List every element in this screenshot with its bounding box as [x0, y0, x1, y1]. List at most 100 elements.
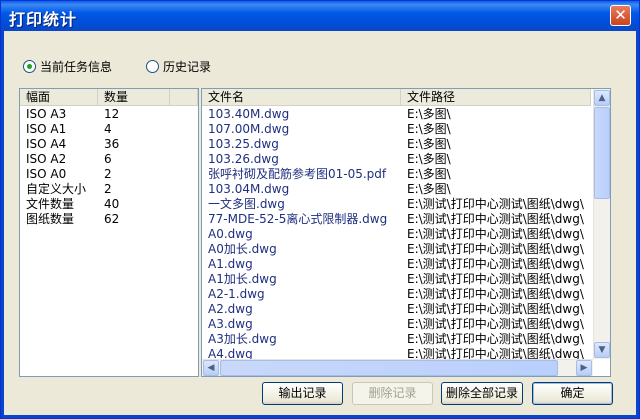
file-cell-path: E:\测试\打印中心测试\图纸\dwg\: [407, 287, 584, 301]
file-row[interactable]: A2.dwg E:\测试\打印中心测试\图纸\dwg\: [202, 302, 593, 317]
file-cell-path: E:\测试\打印中心测试\图纸\dwg\: [407, 302, 584, 316]
file-cell-path: E:\测试\打印中心测试\图纸\dwg\: [407, 317, 584, 331]
scroll-right-button[interactable]: ▶: [576, 360, 592, 376]
summary-row[interactable]: ISO A0 2: [20, 167, 198, 182]
title-bar[interactable]: 打印统计 ✕: [1, 1, 639, 31]
file-list[interactable]: 文件名 文件路径 103.40M.dwg E:\多图\ 107.00M.dwg E:\…: [201, 88, 611, 377]
close-icon: ✕: [614, 6, 627, 24]
file-cell-name: A2-1.dwg: [208, 287, 265, 301]
file-header-path[interactable]: 文件路径: [401, 89, 591, 106]
file-cell-name: 103.25.dwg: [208, 137, 279, 151]
summary-cell-size: ISO A1: [26, 122, 67, 136]
file-row[interactable]: 77-MDE-52-5离心式限制器.dwg E:\测试\打印中心测试\图纸\dwg…: [202, 212, 593, 227]
scroll-up-button[interactable]: ▲: [594, 90, 610, 106]
file-cell-path: E:\多图\: [407, 182, 451, 196]
summary-rows: ISO A3 12 ISO A1 4 ISO A4 36 ISO A2 6 ISO A0 2 自定义…: [20, 107, 198, 227]
radio-history-label: 历史记录: [163, 59, 212, 74]
file-row[interactable]: A0加长.dwg E:\测试\打印中心测试\图纸\dwg\: [202, 242, 593, 257]
radio-selected-icon: [23, 59, 36, 73]
summary-cell-count: 4: [104, 122, 112, 136]
file-row[interactable]: A1加长.dwg E:\测试\打印中心测试\图纸\dwg\: [202, 272, 593, 287]
file-row[interactable]: A2-1.dwg E:\测试\打印中心测试\图纸\dwg\: [202, 287, 593, 302]
summary-cell-size: ISO A2: [26, 152, 67, 166]
file-header-name[interactable]: 文件名: [202, 89, 401, 106]
vertical-scroll-thumb[interactable]: [594, 107, 610, 199]
file-cell-path: E:\多图\: [407, 122, 451, 136]
file-cell-path: E:\测试\打印中心测试\图纸\dwg\: [407, 197, 584, 211]
file-cell-path: E:\测试\打印中心测试\图纸\dwg\: [407, 272, 584, 286]
summary-cell-size: ISO A0: [26, 167, 67, 181]
ok-button[interactable]: 确定: [532, 382, 613, 405]
file-cell-name: 103.04M.dwg: [208, 182, 290, 196]
file-cell-name: A3加长.dwg: [208, 332, 277, 346]
arrow-down-icon: ▼: [598, 345, 606, 355]
summary-header-count[interactable]: 数量: [98, 89, 170, 106]
summary-cell-count: 12: [104, 107, 120, 121]
file-cell-path: E:\测试\打印中心测试\图纸\dwg\: [407, 242, 584, 256]
file-cell-name: A3.dwg: [208, 317, 253, 331]
radio-current-task-label: 当前任务信息: [40, 59, 113, 74]
file-cell-name: 103.26.dwg: [208, 152, 279, 166]
file-row[interactable]: 103.26.dwg E:\多图\: [202, 152, 593, 167]
file-row[interactable]: 张呼衬砌及配筋参考图01-05.pdf E:\多图\: [202, 167, 593, 182]
summary-cell-count: 2: [104, 182, 112, 196]
summary-cell-size: ISO A3: [26, 107, 67, 121]
file-cell-path: E:\多图\: [407, 107, 451, 121]
file-row[interactable]: A3.dwg E:\测试\打印中心测试\图纸\dwg\: [202, 317, 593, 332]
file-row[interactable]: 103.40M.dwg E:\多图\: [202, 107, 593, 122]
scroll-down-button[interactable]: ▼: [594, 342, 610, 358]
summary-cell-count: 6: [104, 152, 112, 166]
file-cell-name: A1加长.dwg: [208, 272, 277, 286]
delete-record-button[interactable]: 删除记录: [352, 382, 433, 405]
dialog-title: 打印统计: [9, 10, 78, 29]
arrow-right-icon: ▶: [580, 363, 588, 373]
file-cell-name: 一文多图.dwg: [208, 197, 285, 211]
file-cell-name: 103.40M.dwg: [208, 107, 290, 121]
file-cell-name: A2.dwg: [208, 302, 253, 316]
file-row[interactable]: A1.dwg E:\测试\打印中心测试\图纸\dwg\: [202, 257, 593, 272]
file-cell-name: A1.dwg: [208, 257, 253, 271]
scroll-left-button[interactable]: ◀: [203, 360, 219, 376]
summary-header-filler: [170, 89, 198, 106]
file-cell-name: A0加长.dwg: [208, 242, 277, 256]
arrow-left-icon: ◀: [207, 363, 215, 373]
summary-cell-count: 40: [104, 197, 120, 211]
file-list-vertical-scrollbar[interactable]: ▲ ▼: [593, 89, 610, 359]
summary-cell-size: 文件数量: [26, 197, 75, 211]
file-cell-path: E:\多图\: [407, 137, 451, 151]
file-row[interactable]: A3加长.dwg E:\测试\打印中心测试\图纸\dwg\: [202, 332, 593, 347]
file-cell-path: E:\测试\打印中心测试\图纸\dwg\: [407, 257, 584, 271]
file-row[interactable]: 103.25.dwg E:\多图\: [202, 137, 593, 152]
close-button[interactable]: ✕: [610, 5, 631, 26]
file-cell-path: E:\多图\: [407, 152, 451, 166]
file-cell-name: 107.00M.dwg: [208, 122, 290, 136]
file-row[interactable]: A0.dwg E:\测试\打印中心测试\图纸\dwg\: [202, 227, 593, 242]
file-row[interactable]: 107.00M.dwg E:\多图\: [202, 122, 593, 137]
summary-row[interactable]: ISO A1 4: [20, 122, 198, 137]
arrow-up-icon: ▲: [598, 93, 606, 103]
file-list-horizontal-scrollbar[interactable]: ◀ ▶: [202, 359, 593, 376]
file-cell-path: E:\测试\打印中心测试\图纸\dwg\: [407, 332, 584, 346]
summary-row[interactable]: 图纸数量 62: [20, 212, 198, 227]
summary-row[interactable]: ISO A2 6: [20, 152, 198, 167]
radio-history[interactable]: 历史记录: [146, 58, 211, 74]
summary-cell-size: ISO A4: [26, 137, 67, 151]
delete-all-records-button[interactable]: 删除全部记录: [441, 382, 523, 405]
summary-header-size[interactable]: 幅面: [20, 89, 98, 106]
horizontal-scroll-thumb[interactable]: [220, 360, 558, 376]
file-cell-path: E:\测试\打印中心测试\图纸\dwg\: [407, 212, 584, 226]
summary-row[interactable]: 自定义大小 2: [20, 182, 198, 197]
summary-row[interactable]: 文件数量 40: [20, 197, 198, 212]
file-cell-path: E:\测试\打印中心测试\图纸\dwg\: [407, 227, 584, 241]
radio-unselected-icon: [146, 59, 159, 73]
summary-row[interactable]: ISO A3 12: [20, 107, 198, 122]
file-row[interactable]: 103.04M.dwg E:\多图\: [202, 182, 593, 197]
summary-table[interactable]: 幅面 数量 ISO A3 12 ISO A1 4 ISO A4 36 ISO A2 6 ISO …: [19, 88, 199, 377]
summary-row[interactable]: ISO A4 36: [20, 137, 198, 152]
export-records-button[interactable]: 输出记录: [262, 382, 343, 405]
file-row[interactable]: 一文多图.dwg E:\测试\打印中心测试\图纸\dwg\: [202, 197, 593, 212]
radio-current-task[interactable]: 当前任务信息: [23, 58, 112, 74]
file-cell-name: 77-MDE-52-5离心式限制器.dwg: [208, 212, 388, 226]
window-border-right: [636, 31, 639, 418]
summary-cell-count: 36: [104, 137, 120, 151]
